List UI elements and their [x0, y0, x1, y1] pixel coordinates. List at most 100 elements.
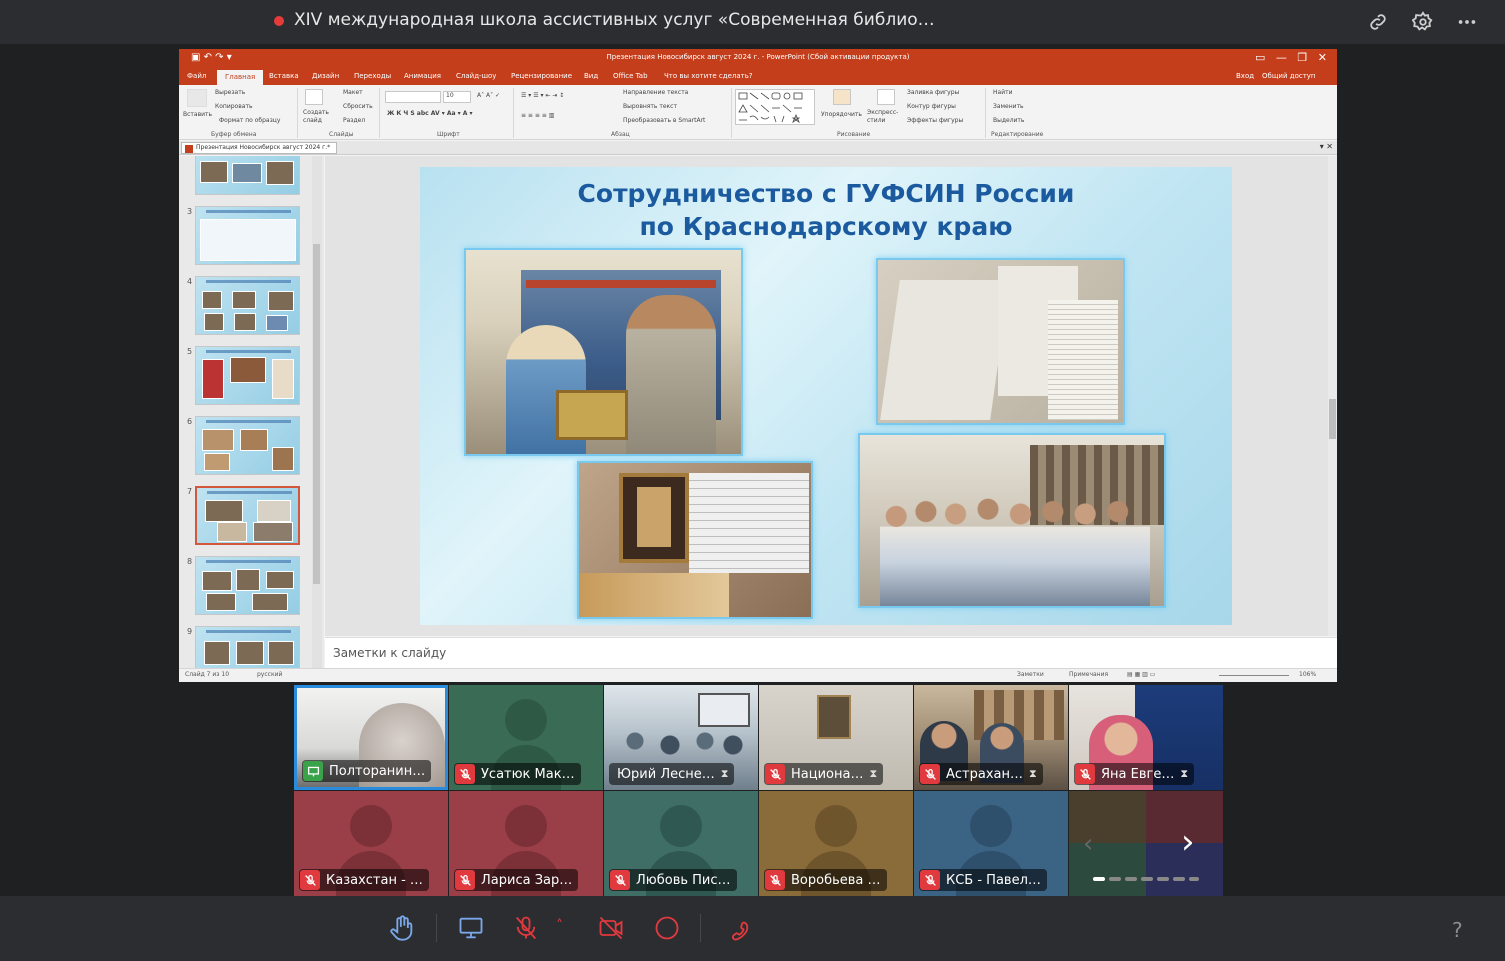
slide-thumbnail-6[interactable]: [195, 416, 300, 475]
new-slide-button[interactable]: Создать слайд: [303, 109, 329, 125]
slide-thumbnail-3[interactable]: [195, 206, 300, 265]
microphone-options-chevron-icon[interactable]: ˄: [556, 918, 563, 934]
paste-button[interactable]: Вставить: [183, 111, 212, 118]
participant-tile-8[interactable]: Лариса Зар…: [449, 791, 603, 896]
align-buttons[interactable]: ≡ ≡ ≡ ≡ ▥: [521, 112, 554, 119]
align-text-button[interactable]: Выровнять текст: [623, 103, 677, 110]
help-button[interactable]: ?: [1452, 918, 1463, 942]
settings-gear-icon[interactable]: [1409, 8, 1437, 36]
slide-title-line-1: Сотрудничество с ГУФСИН России: [577, 179, 1075, 208]
more-options-icon[interactable]: [1453, 8, 1481, 36]
font-grow-shrink[interactable]: A˄ A˅ ✓: [477, 92, 500, 99]
photo-books-and-icon: [577, 461, 813, 619]
reset-button[interactable]: Сбросить: [343, 103, 373, 110]
tab-file[interactable]: Файл: [187, 72, 206, 80]
slide-thumbnail-4[interactable]: [195, 276, 300, 335]
layout-button[interactable]: Макет: [343, 89, 363, 96]
language-indicator[interactable]: русский: [257, 671, 282, 678]
participant-name: Национа…: [791, 766, 864, 782]
participant-tile-11[interactable]: КСБ - Павел…: [914, 791, 1068, 896]
format-painter-button[interactable]: Формат по образцу: [219, 117, 280, 124]
slide-thumbnail-8[interactable]: [195, 556, 300, 615]
slide-thumbnail-2[interactable]: [195, 156, 300, 195]
window-controls[interactable]: ▭ — ❐ ✕: [1255, 51, 1327, 64]
tab-review[interactable]: Рецензирование: [511, 72, 572, 80]
tell-me-search[interactable]: Что вы хотите сделать?: [664, 72, 753, 80]
slide-notes[interactable]: Заметки к слайду: [325, 637, 1337, 668]
new-slide-icon[interactable]: [305, 89, 323, 105]
participant-tile-3[interactable]: Юрий Лесне… ⧗: [604, 685, 758, 790]
convert-smartart-button[interactable]: Преобразовать в SmartArt: [623, 117, 705, 124]
document-tab[interactable]: Презентация Новосибирск август 2024 г.*: [181, 142, 338, 154]
quick-styles-button[interactable]: Экспресс-стили: [867, 109, 901, 125]
link-icon[interactable]: [1364, 8, 1392, 36]
tab-insert[interactable]: Вставка: [269, 72, 299, 80]
list-buttons[interactable]: ☰ ▾ ☰ ▾ ⇤ ⇥ ↕: [521, 92, 564, 99]
editing-group-label: Редактирование: [991, 131, 1044, 138]
prev-page-icon[interactable]: ‹: [1083, 829, 1093, 859]
shapes-gallery[interactable]: [735, 89, 815, 125]
participant-tile-1[interactable]: Полторанин…: [294, 685, 448, 790]
participant-tile-7[interactable]: Казахстан - …: [294, 791, 448, 896]
find-button[interactable]: Найти: [993, 89, 1012, 96]
raise-hand-button[interactable]: [384, 910, 420, 946]
zoom-level[interactable]: 106%: [1299, 671, 1316, 678]
participant-tile-10[interactable]: Воробьева …: [759, 791, 913, 896]
slide-scrollbar[interactable]: [1328, 156, 1337, 636]
camera-button[interactable]: [593, 910, 629, 946]
participant-tile-6[interactable]: Яна Евге… ⧗: [1069, 685, 1223, 790]
shape-outline-button[interactable]: Контур фигуры: [907, 103, 956, 110]
replace-button[interactable]: Заменить: [993, 103, 1024, 110]
record-button[interactable]: [649, 910, 685, 946]
sign-in-link[interactable]: Вход: [1236, 72, 1254, 80]
tab-view[interactable]: Вид: [584, 72, 598, 80]
select-button[interactable]: Выделить: [993, 117, 1024, 124]
participant-name: Любовь Пис…: [636, 872, 731, 888]
shape-effects-button[interactable]: Эффекты фигуры: [907, 117, 963, 124]
font-style-buttons[interactable]: Ж К Ч S abc AV ▾ Aa ▾ A ▾: [387, 110, 472, 117]
shape-fill-button[interactable]: Заливка фигуры: [907, 89, 959, 96]
microphone-button[interactable]: [508, 910, 544, 946]
tab-office-tab[interactable]: Office Tab: [613, 72, 648, 80]
slide-thumbnail-7-selected[interactable]: [195, 486, 300, 545]
font-size-input[interactable]: 10: [443, 91, 471, 103]
text-direction-button[interactable]: Направление текста: [623, 89, 688, 96]
slide-scroll-thumb[interactable]: [1329, 399, 1336, 439]
font-group-label: Шрифт: [437, 131, 460, 138]
quick-styles-icon[interactable]: [877, 89, 895, 105]
arrange-button[interactable]: Упорядочить: [821, 111, 862, 118]
hourglass-icon: ⧗: [1029, 767, 1037, 780]
copy-button[interactable]: Копировать: [215, 103, 252, 110]
tab-slideshow[interactable]: Слайд-шоу: [456, 72, 496, 80]
share-button[interactable]: Общий доступ: [1262, 72, 1316, 80]
next-page-icon[interactable]: ›: [1181, 825, 1195, 859]
participant-tile-2[interactable]: Усатюк Мак…: [449, 685, 603, 790]
participant-name-tag: Полторанин…: [302, 760, 432, 782]
participant-name-tag: Астрахан… ⧗: [919, 763, 1043, 785]
thumbnails-scroll-thumb[interactable]: [313, 244, 320, 584]
section-button[interactable]: Раздел: [343, 117, 365, 124]
participant-tile-5[interactable]: Астрахан… ⧗: [914, 685, 1068, 790]
cut-button[interactable]: Вырезать: [215, 89, 245, 96]
comments-toggle[interactable]: Примечания: [1069, 671, 1108, 678]
view-buttons[interactable]: ▤ ▦ ▥ ▭: [1127, 671, 1155, 678]
screen-share-button[interactable]: [453, 910, 489, 946]
tab-transitions[interactable]: Переходы: [354, 72, 391, 80]
close-tab-icon[interactable]: ▾ ✕: [1320, 142, 1333, 151]
thumb-number: 6: [187, 417, 193, 426]
participant-tile-9[interactable]: Любовь Пис…: [604, 791, 758, 896]
slide-thumbnail-5[interactable]: [195, 346, 300, 405]
font-name-input[interactable]: [385, 91, 441, 103]
tab-home[interactable]: Главная: [217, 70, 264, 85]
notes-toggle[interactable]: Заметки: [1017, 671, 1044, 678]
tab-design[interactable]: Дизайн: [312, 72, 339, 80]
arrange-icon[interactable]: [833, 89, 851, 105]
zoom-slider[interactable]: [1219, 675, 1289, 676]
slide-title: Сотрудничество с ГУФСИН России по Красно…: [420, 177, 1232, 243]
tab-animations[interactable]: Анимация: [404, 72, 441, 80]
thumb-number: 4: [187, 277, 193, 286]
slide-thumbnail-9[interactable]: [195, 626, 300, 668]
paste-icon[interactable]: [187, 89, 207, 107]
participant-tile-4[interactable]: Национа… ⧗: [759, 685, 913, 790]
leave-call-button[interactable]: [718, 910, 754, 946]
